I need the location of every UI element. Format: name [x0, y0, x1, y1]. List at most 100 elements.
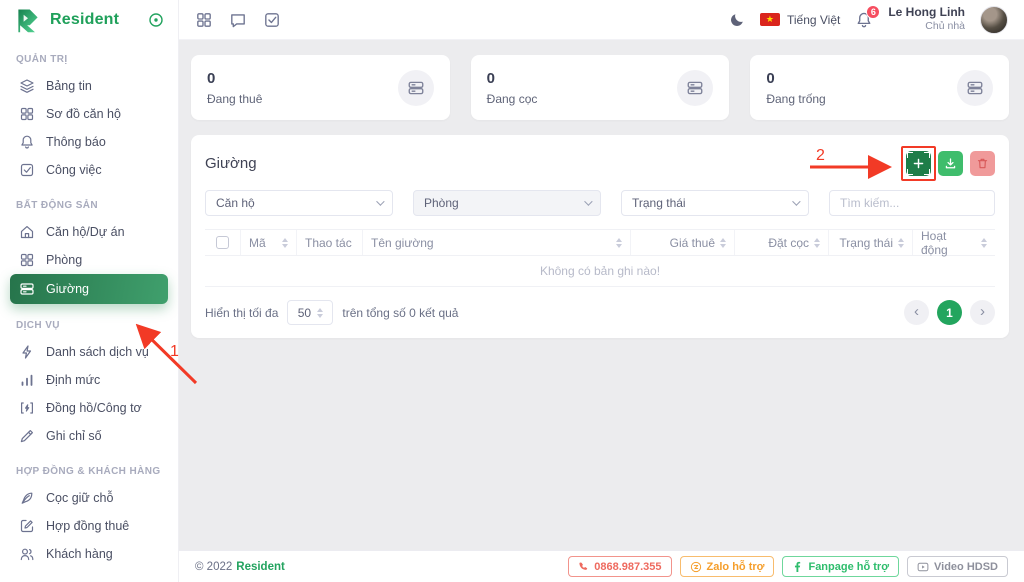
empty-message: Không có bản ghi nào! [205, 256, 995, 287]
sidebar-item-giuong[interactable]: Giường [10, 274, 168, 304]
sort-icon[interactable] [720, 238, 726, 248]
stat-label: Đang thuê [207, 92, 262, 106]
footer: © 2022 Resident 0868.987.355 Zalo hỗ trợ… [179, 550, 1024, 582]
sidebar-item-so-do-can-ho[interactable]: Sơ đồ căn hộ [10, 100, 168, 128]
home-icon [19, 224, 35, 240]
chevron-down-icon [792, 197, 800, 205]
per-page-selector[interactable]: 50 [287, 300, 333, 325]
sidebar-collapse-icon[interactable] [148, 12, 164, 28]
sidebar-item-coc-giu-cho[interactable]: Cọc giữ chỗ [10, 484, 168, 512]
copyright: © 2022 Resident [195, 561, 285, 573]
notification-badge: 6 [866, 5, 880, 19]
brand-name: Resident [50, 11, 119, 29]
main-area: ★ Tiếng Việt 6 Le Hong Linh Chủ nhà [179, 0, 1024, 582]
avatar[interactable] [980, 6, 1008, 34]
stat-label: Đang trống [766, 92, 825, 106]
search-input[interactable] [829, 190, 995, 216]
column-trang-thai[interactable]: Trạng thái [829, 230, 913, 255]
chevron-down-icon [584, 197, 592, 205]
sort-icon[interactable] [616, 238, 622, 248]
sidebar-item-cong-viec[interactable]: Công việc [10, 156, 168, 184]
zalo-support-button[interactable]: Zalo hỗ trợ [680, 556, 775, 577]
page-title: Giường [205, 155, 257, 172]
column-ten-giuong[interactable]: Tên giường [363, 230, 631, 255]
topbar: ★ Tiếng Việt 6 Le Hong Linh Chủ nhà [179, 0, 1024, 40]
contract-edit-icon [19, 518, 35, 534]
sidebar-item-danh-sach-dich-vu[interactable]: Danh sách dịch vụ [10, 338, 168, 366]
video-guide-button[interactable]: Video HDSD [907, 556, 1008, 577]
pagination-bar: Hiển thị tối đa 50 trên tổng số 0 kết qu… [205, 300, 995, 325]
section-label-dich-vu: DỊCH VỤ [16, 320, 162, 331]
panel-actions [906, 151, 995, 176]
phone-support-button[interactable]: 0868.987.355 [568, 556, 671, 577]
column-hoat-dong[interactable]: Hoạt động [913, 230, 995, 255]
user-info[interactable]: Le Hong Linh Chủ nhà [888, 5, 965, 33]
beds-table: Mã Thao tác Tên giường Giá thuê [205, 229, 995, 287]
bar-chart-icon [19, 372, 35, 388]
dark-mode-icon[interactable] [729, 12, 745, 28]
notifications-button[interactable]: 6 [855, 11, 873, 29]
column-dat-coc[interactable]: Đặt cọc [735, 230, 829, 255]
sidebar-item-dong-ho-cong-to[interactable]: Đồng hồ/Công tơ [10, 394, 168, 422]
chat-icon[interactable] [229, 11, 247, 29]
pen-icon [19, 428, 35, 444]
sort-icon[interactable] [814, 238, 820, 248]
current-page-button[interactable]: 1 [937, 300, 962, 325]
add-button[interactable] [906, 151, 931, 176]
tasks-icon[interactable] [263, 11, 281, 29]
sidebar-item-hop-dong-thue[interactable]: Hợp đồng thuê [10, 512, 168, 540]
topbar-quick-icons [195, 11, 281, 29]
column-gia-thue[interactable]: Giá thuê [631, 230, 735, 255]
filter-bar: Căn hộ Phòng Trạng thái [205, 190, 995, 216]
video-play-icon [917, 561, 929, 573]
bunk-bed-icon [957, 70, 993, 106]
grid-icon [19, 252, 35, 268]
logo-row: Resident [0, 0, 178, 40]
trash-icon [976, 157, 989, 170]
apps-grid-icon[interactable] [195, 11, 213, 29]
stat-card-dang-trong: 0 Đang trống [750, 55, 1009, 120]
giuong-panel: Giường [191, 135, 1009, 338]
status-select[interactable]: Trạng thái [621, 190, 809, 216]
sort-icon[interactable] [981, 238, 987, 248]
sort-icon[interactable] [282, 238, 288, 248]
sidebar-item-can-ho-du-an[interactable]: Căn hộ/Dự án [10, 218, 168, 246]
grid-icon [19, 106, 35, 122]
total-results-label: trên tổng số 0 kết quả [342, 306, 458, 320]
section-label-hop-dong-khach-hang: HỢP ĐỒNG & KHÁCH HÀNG [16, 466, 162, 477]
sort-icon[interactable] [898, 238, 904, 248]
sidebar-item-phong[interactable]: Phòng [10, 246, 168, 274]
sidebar-item-ghi-chi-so[interactable]: Ghi chỉ số [10, 422, 168, 450]
language-label: Tiếng Việt [787, 13, 840, 27]
check-square-icon [19, 162, 35, 178]
language-switcher[interactable]: ★ Tiếng Việt [760, 13, 840, 27]
delete-button[interactable] [970, 151, 995, 176]
footer-brand-link[interactable]: Resident [236, 561, 285, 573]
select-all-checkbox[interactable] [216, 236, 229, 249]
apartment-select[interactable]: Căn hộ [205, 190, 393, 216]
fanpage-support-button[interactable]: Fanpage hỗ trợ [782, 556, 899, 577]
bunk-bed-icon [677, 70, 713, 106]
bunk-bed-icon [19, 281, 35, 297]
stat-value: 0 [766, 70, 825, 87]
next-page-button[interactable]: › [970, 300, 995, 325]
room-select[interactable]: Phòng [413, 190, 601, 216]
sidebar-item-bang-tin[interactable]: Bảng tin [10, 72, 168, 100]
sidebar-item-dinh-muc[interactable]: Định mức [10, 366, 168, 394]
prev-page-button[interactable]: ‹ [904, 300, 929, 325]
facebook-icon [792, 561, 803, 572]
sidebar-item-khach-hang[interactable]: Khách hàng [10, 540, 168, 568]
resident-logo-icon [14, 6, 42, 34]
per-page-label: Hiển thị tối đa [205, 306, 278, 320]
user-name: Le Hong Linh [888, 5, 965, 20]
sidebar: Resident QUẢN TRỊ Bảng tin Sơ đồ căn hộ … [0, 0, 179, 582]
column-ma[interactable]: Mã [241, 230, 297, 255]
export-button[interactable] [938, 151, 963, 176]
meter-icon [19, 400, 35, 416]
people-icon [19, 546, 35, 562]
sidebar-item-thong-bao[interactable]: Thông báo [10, 128, 168, 156]
stat-card-dang-coc: 0 Đang cọc [471, 55, 730, 120]
plus-icon [912, 157, 925, 170]
stat-value: 0 [207, 70, 262, 87]
bell-icon [19, 134, 35, 150]
